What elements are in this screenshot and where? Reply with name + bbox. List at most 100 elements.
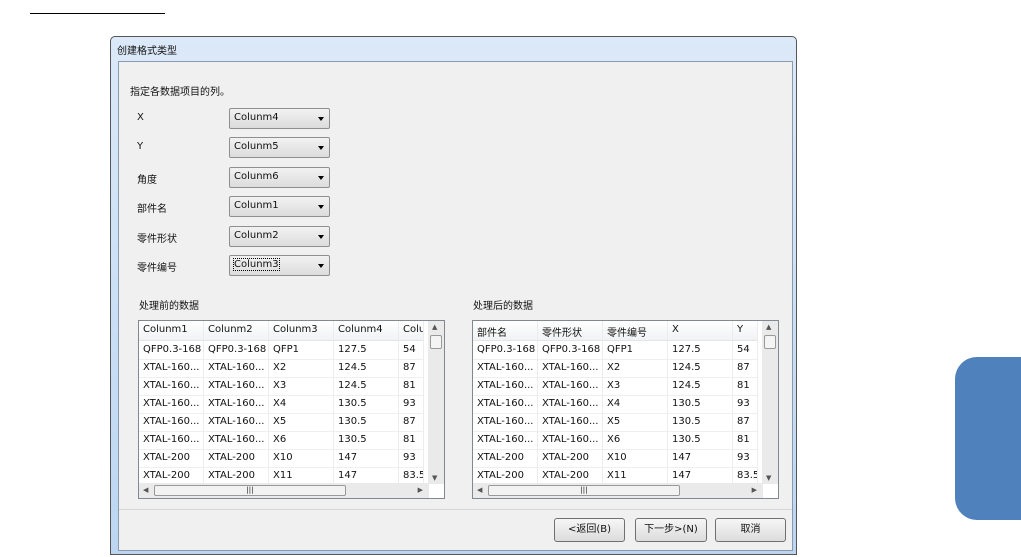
column-header[interactable]: Colunm3 xyxy=(269,321,334,341)
chevron-down-icon xyxy=(318,117,324,121)
table-row[interactable]: XTAL-160... XTAL-160... X4 130.5 93 xyxy=(139,395,424,414)
table-row[interactable]: XTAL-160... XTAL-160... X2 124.5 87 xyxy=(139,359,424,378)
scroll-up-icon[interactable]: ▲ xyxy=(766,323,771,331)
column-select[interactable]: Colunm1 xyxy=(229,196,330,217)
scroll-thumb[interactable]: ||| xyxy=(488,485,680,496)
scroll-left-icon[interactable]: ◀ xyxy=(143,486,148,494)
header-rule xyxy=(30,13,165,14)
table-cell: X2 xyxy=(269,359,334,377)
cancel-button[interactable]: 取消 xyxy=(715,518,786,542)
table-cell: 130.5 xyxy=(334,431,399,449)
grid-header: Colunm1Colunm2Colunm3Colunm4Colur xyxy=(139,321,424,341)
table-cell: XTAL-160... xyxy=(139,413,204,431)
table-cell: X5 xyxy=(269,413,334,431)
scroll-thumb[interactable] xyxy=(430,335,442,349)
table-row[interactable]: XTAL-160... XTAL-160... X3 124.5 81 xyxy=(473,377,758,396)
table-cell: 130.5 xyxy=(668,413,733,431)
selected-value: Colunm1 xyxy=(234,200,279,211)
table-cell: 130.5 xyxy=(334,413,399,431)
table-cell: XTAL-160... xyxy=(204,431,269,449)
column-header[interactable]: Colunm4 xyxy=(334,321,399,341)
scroll-down-icon[interactable]: ▼ xyxy=(432,474,437,482)
table-row[interactable]: XTAL-160... XTAL-160... X5 130.5 87 xyxy=(139,413,424,432)
table-cell: XTAL-160... xyxy=(538,395,603,413)
horizontal-scrollbar[interactable]: ◀ ||| ▶ xyxy=(139,483,429,498)
selected-value: Colunm5 xyxy=(234,141,279,152)
table-cell: 81 xyxy=(399,377,424,395)
table-cell: 87 xyxy=(399,359,424,377)
divider xyxy=(119,509,792,510)
chevron-down-icon xyxy=(318,176,324,180)
table-cell: XTAL-160... xyxy=(204,359,269,377)
selected-value: Colunm4 xyxy=(234,112,279,123)
table-cell: XTAL-160... xyxy=(473,377,538,395)
table-row[interactable]: XTAL-200 XTAL-200 X10 147 93 xyxy=(473,449,758,468)
table-cell: X6 xyxy=(269,431,334,449)
column-select[interactable]: Colunm4 xyxy=(229,108,330,129)
table-cell: X3 xyxy=(603,377,668,395)
table-cell: 147 xyxy=(668,449,733,467)
table-row[interactable]: QFP0.3-168 QFP0.3-168 QFP1 127.5 54 xyxy=(473,341,758,360)
table-cell: XTAL-160... xyxy=(473,431,538,449)
column-header[interactable]: Y xyxy=(733,321,758,341)
column-header[interactable]: Colunm1 xyxy=(139,321,204,341)
table-cell: XTAL-160... xyxy=(473,395,538,413)
scroll-down-icon[interactable]: ▼ xyxy=(766,474,771,482)
table-cell: 127.5 xyxy=(334,341,399,359)
horizontal-scrollbar[interactable]: ◀ ||| ▶ xyxy=(473,483,763,498)
column-header[interactable]: 零件形状 xyxy=(538,321,603,341)
column-select[interactable]: Colunm5 xyxy=(229,137,330,158)
selected-value: Colunm6 xyxy=(234,171,279,182)
table-row[interactable]: XTAL-160... XTAL-160... X6 130.5 81 xyxy=(473,431,758,450)
back-button[interactable]: <返回(B) xyxy=(554,518,625,542)
scroll-right-icon[interactable]: ▶ xyxy=(418,486,423,494)
column-header[interactable]: Colunm2 xyxy=(204,321,269,341)
column-select[interactable]: Colunm2 xyxy=(229,226,330,247)
table-row[interactable]: XTAL-160... XTAL-160... X5 130.5 87 xyxy=(473,413,758,432)
create-format-dialog: 创建格式类型 指定各数据项目的列。 <返回(B) 下一步>(N) 取消 X Col… xyxy=(110,36,797,555)
scroll-up-icon[interactable]: ▲ xyxy=(432,323,437,331)
scroll-thumb[interactable]: ||| xyxy=(154,485,346,496)
table-cell: X10 xyxy=(269,449,334,467)
after-data-grid[interactable]: 部件名 零件形状 零件编号 X Y QFP0.3-168 QFP0.3-168 QFP1 127… xyxy=(472,320,779,499)
table-cell: XTAL-160... xyxy=(139,359,204,377)
before-data-grid[interactable]: Colunm1Colunm2Colunm3Colunm4ColurQFP0.3-… xyxy=(138,320,445,499)
table-row[interactable]: XTAL-160... XTAL-160... X6 130.5 81 xyxy=(139,431,424,450)
side-tab xyxy=(955,357,1021,520)
chevron-down-icon xyxy=(318,235,324,239)
table-cell: 81 xyxy=(733,431,758,449)
table-cell: 93 xyxy=(733,395,758,413)
table-cell: 124.5 xyxy=(668,377,733,395)
table-cell: 130.5 xyxy=(668,395,733,413)
scroll-left-icon[interactable]: ◀ xyxy=(477,486,482,494)
table-cell: 124.5 xyxy=(334,359,399,377)
table-cell: X4 xyxy=(603,395,668,413)
table-row[interactable]: XTAL-160... XTAL-160... X2 124.5 87 xyxy=(473,359,758,378)
table-cell: 87 xyxy=(733,413,758,431)
grid-header: 部件名 零件形状 零件编号 X Y xyxy=(473,321,758,341)
before-data-title: 处理前的数据 xyxy=(139,301,199,312)
table-row[interactable]: XTAL-160... XTAL-160... X4 130.5 93 xyxy=(473,395,758,414)
mapping-label: X xyxy=(137,112,144,123)
table-cell: XTAL-160... xyxy=(538,359,603,377)
vertical-scrollbar[interactable]: ▲ ▼ xyxy=(428,321,444,484)
dialog-body: 指定各数据项目的列。 <返回(B) 下一步>(N) 取消 X Colunm4 Y Co… xyxy=(118,61,793,551)
next-button[interactable]: 下一步>(N) xyxy=(635,518,707,542)
table-cell: QFP0.3-168 xyxy=(473,341,538,359)
scroll-thumb[interactable] xyxy=(764,335,776,349)
table-row[interactable]: QFP0.3-168 QFP0.3-168 QFP1 127.5 54 xyxy=(139,341,424,360)
table-row[interactable]: XTAL-160... XTAL-160... X3 124.5 81 xyxy=(139,377,424,396)
column-header[interactable]: 部件名 xyxy=(473,321,538,341)
table-cell: XTAL-160... xyxy=(204,395,269,413)
table-cell: QFP0.3-168 xyxy=(538,341,603,359)
column-header[interactable]: 零件编号 xyxy=(603,321,668,341)
table-cell: XTAL-160... xyxy=(139,431,204,449)
column-select[interactable]: Colunm3 xyxy=(229,255,330,276)
vertical-scrollbar[interactable]: ▲ ▼ xyxy=(762,321,778,484)
instruction-text: 指定各数据项目的列。 xyxy=(130,87,230,98)
column-header[interactable]: Colur xyxy=(399,321,424,341)
table-row[interactable]: XTAL-200 XTAL-200 X10 147 93 xyxy=(139,449,424,468)
scroll-right-icon[interactable]: ▶ xyxy=(752,486,757,494)
column-select[interactable]: Colunm6 xyxy=(229,167,330,188)
column-header[interactable]: X xyxy=(668,321,733,341)
